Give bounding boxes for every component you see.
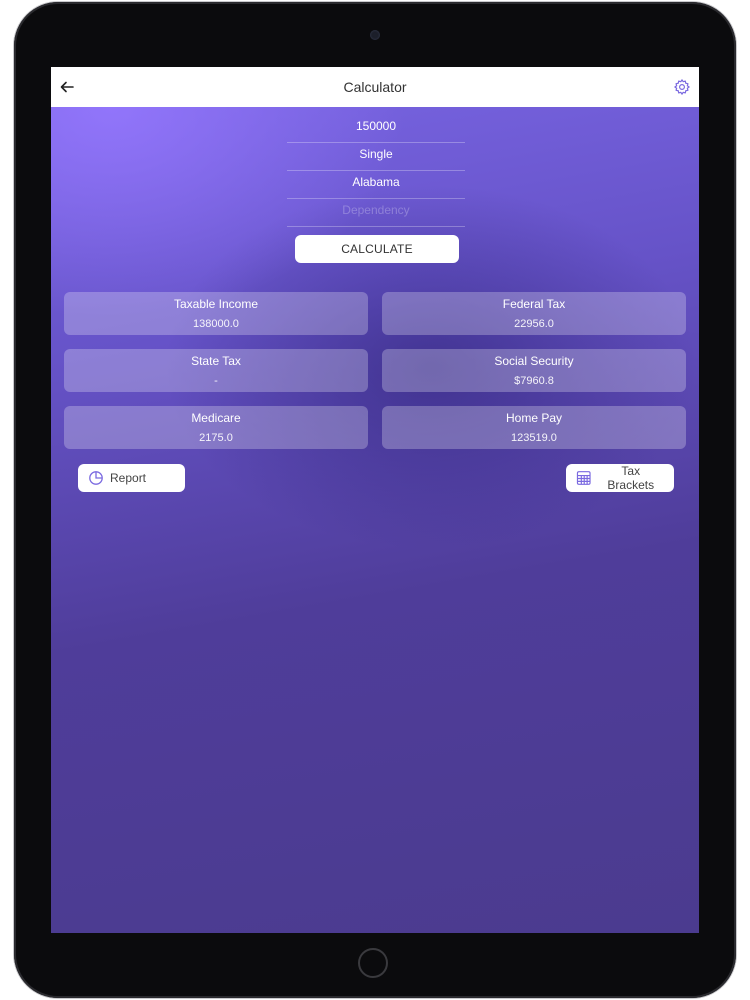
navigation-bar: Calculator [51, 67, 699, 107]
result-card-federal-tax: Federal Tax 22956.0 [382, 292, 686, 335]
pie-chart-icon [89, 471, 103, 485]
dependency-input[interactable] [287, 203, 465, 217]
income-input[interactable] [287, 119, 465, 133]
result-value: - [214, 375, 218, 387]
state-field[interactable] [287, 171, 465, 199]
result-card-home-pay: Home Pay 123519.0 [382, 406, 686, 449]
calculator-icon [576, 471, 591, 485]
filing-status-field[interactable] [287, 143, 465, 171]
report-label: Report [110, 471, 147, 485]
camera [370, 30, 380, 40]
result-label: State Tax [191, 354, 241, 368]
result-value: 138000.0 [193, 318, 239, 330]
result-value: 2175.0 [199, 432, 233, 444]
home-button[interactable] [358, 948, 388, 978]
result-label: Federal Tax [502, 297, 566, 311]
state-input[interactable] [287, 175, 465, 189]
result-value: 22956.0 [514, 318, 554, 330]
tax-brackets-button[interactable]: Tax Brackets [566, 464, 674, 492]
result-label: Home Pay [505, 411, 563, 425]
arrow-left-icon[interactable] [59, 79, 75, 95]
result-card-social-security: Social Security $7960.8 [382, 349, 686, 392]
calculate-button[interactable]: CALCULATE [295, 235, 459, 263]
income-field[interactable] [287, 115, 465, 143]
result-card-taxable-income: Taxable Income 138000.0 [64, 292, 368, 335]
result-value: $7960.8 [514, 375, 554, 387]
app-screen: Calculator CALCULATE [51, 67, 699, 933]
filing-status-input[interactable] [287, 147, 465, 161]
result-card-state-tax: State Tax - [64, 349, 368, 392]
tax-brackets-label: Tax Brackets [607, 464, 655, 492]
result-card-medicare: Medicare 2175.0 [64, 406, 368, 449]
dependency-field[interactable] [287, 199, 465, 227]
page-title: Calculator [343, 79, 407, 95]
ipad-frame: Calculator CALCULATE [14, 2, 736, 998]
gear-icon[interactable] [673, 78, 691, 96]
result-label: Taxable Income [173, 297, 259, 311]
result-label: Social Security [494, 354, 574, 368]
input-form [287, 115, 465, 227]
report-button[interactable]: Report [78, 464, 185, 492]
result-value: 123519.0 [511, 432, 557, 444]
result-label: Medicare [191, 411, 241, 425]
